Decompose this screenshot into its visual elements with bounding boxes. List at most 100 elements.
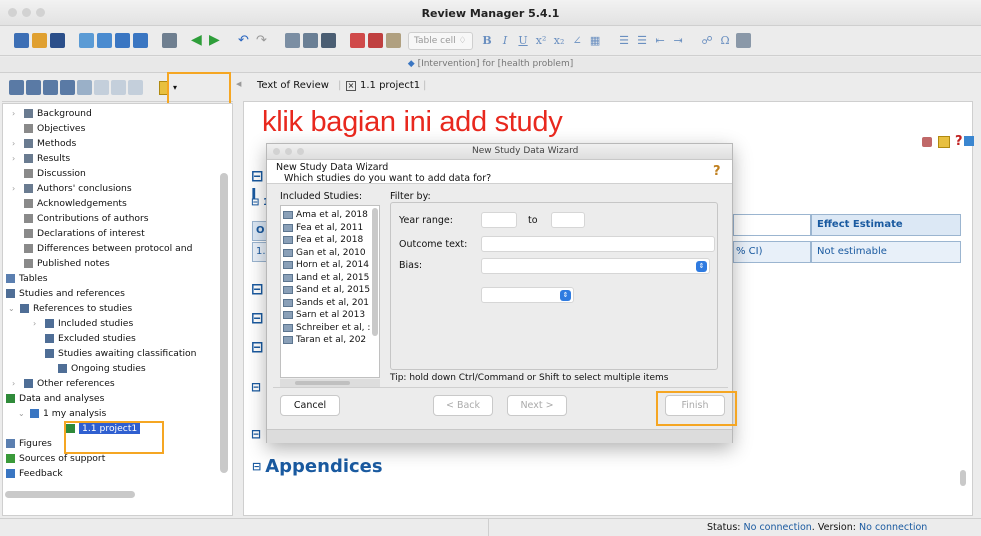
grid-icon[interactable] — [735, 33, 751, 48]
move-up-icon[interactable] — [94, 80, 109, 95]
thesaurus-icon[interactable] — [368, 33, 383, 48]
numbered-list-icon[interactable]: ☰ — [635, 33, 650, 48]
dialog-window-controls[interactable] — [273, 148, 304, 155]
tree-scrollbar[interactable] — [220, 173, 228, 473]
next-button[interactable]: Next > — [507, 395, 567, 416]
study-list-item[interactable]: Taran et al, 202 — [281, 335, 366, 345]
edit-pen-icon[interactable] — [922, 137, 932, 147]
close-tab-icon[interactable]: × — [346, 80, 356, 91]
add-note-icon[interactable] — [938, 136, 950, 148]
study-list-item[interactable]: Fea et al, 2011 — [281, 223, 363, 233]
sort-icon[interactable] — [128, 80, 143, 95]
tab-text-of-review[interactable]: Text of Review — [257, 80, 329, 91]
open-folder-icon[interactable] — [32, 33, 47, 48]
tree-item[interactable]: Sources of support — [6, 453, 105, 464]
studies-scrollbar[interactable] — [372, 208, 378, 336]
paste-icon[interactable] — [321, 33, 336, 48]
tree-item[interactable]: Acknowledgements — [24, 198, 127, 209]
bullet-list-icon[interactable]: ☰ — [617, 33, 632, 48]
superscript-icon[interactable]: x² — [534, 33, 549, 48]
save-icon[interactable] — [50, 33, 65, 48]
chevron-right-icon[interactable]: › — [12, 154, 15, 163]
right-scrollbar[interactable] — [960, 470, 966, 486]
tree-item[interactable]: › Methods — [12, 138, 76, 149]
chevron-down-icon[interactable]: ⌄ — [8, 304, 15, 313]
collapse-left-icon[interactable]: ◀ — [236, 80, 241, 88]
outcome-text-input[interactable] — [481, 236, 715, 252]
print-icon[interactable] — [162, 33, 177, 48]
chevron-right-icon[interactable]: › — [12, 184, 15, 193]
download-icon[interactable] — [133, 33, 148, 48]
network-icon[interactable] — [97, 33, 112, 48]
tree-item[interactable]: Contributions of authors — [24, 213, 149, 224]
cut-icon[interactable] — [285, 33, 300, 48]
chevron-down-icon[interactable]: ⌄ — [18, 409, 25, 418]
chevron-right-icon[interactable]: › — [12, 139, 15, 148]
expand-icon[interactable] — [9, 80, 24, 95]
tree-item[interactable]: Discussion — [24, 168, 86, 179]
study-list-item[interactable]: Land et al, 2015 — [281, 273, 369, 283]
bias-select[interactable]: ⇕ — [481, 258, 710, 274]
upload-icon[interactable] — [115, 33, 130, 48]
study-list-item[interactable]: Sand et al, 2015 — [281, 285, 370, 295]
find-icon[interactable] — [43, 80, 58, 95]
study-list-item[interactable]: Fea et al, 2018 — [281, 235, 363, 245]
back-button[interactable]: < Back — [433, 395, 493, 416]
redo-icon[interactable]: ↷ — [256, 33, 271, 48]
study-list-item[interactable]: Sands et al, 201 — [281, 298, 369, 308]
tree-item[interactable]: › Authors' conclusions — [12, 183, 132, 194]
tree-item[interactable]: ⌄ 1 my analysis — [18, 408, 106, 419]
tree-item[interactable]: › Results — [12, 153, 70, 164]
notes-icon[interactable] — [964, 136, 974, 146]
study-list-item[interactable]: Horn et al, 2014 — [281, 260, 369, 270]
italic-icon[interactable]: I — [498, 33, 513, 48]
wizard-help-icon[interactable]: ? — [713, 164, 721, 179]
bold-icon[interactable]: B — [480, 33, 495, 48]
cancel-button[interactable]: Cancel — [280, 395, 340, 416]
study-list-item[interactable]: Schreiber et al, : — [281, 323, 370, 333]
chevron-right-icon[interactable]: › — [12, 109, 15, 118]
symbol-icon[interactable]: ∠ — [570, 33, 585, 48]
bias-level-select[interactable]: ⇕ — [481, 287, 574, 303]
tree-item[interactable]: Ongoing studies — [58, 363, 146, 374]
outdent-icon[interactable]: ⇤ — [653, 33, 668, 48]
tab-project1[interactable]: × 1.1 project1 — [346, 80, 420, 91]
year-to-input[interactable] — [551, 212, 585, 228]
collapse-icon[interactable]: ⊟ — [252, 460, 261, 473]
tree-item[interactable]: Excluded studies — [45, 333, 136, 344]
tree-item[interactable]: Published notes — [24, 258, 110, 269]
move-down-icon[interactable] — [111, 80, 126, 95]
study-list-item[interactable]: Sarn et al 2013 — [281, 310, 365, 320]
tree-item[interactable]: Declarations of interest — [24, 228, 145, 239]
indent-icon[interactable]: ⇥ — [671, 33, 686, 48]
copy-icon[interactable] — [303, 33, 318, 48]
tree-item[interactable]: ⌄ References to studies — [8, 303, 132, 314]
tree-item[interactable]: Tables — [6, 273, 48, 284]
subscript-icon[interactable]: x₂ — [552, 33, 567, 48]
tree-item[interactable]: Studies awaiting classification — [45, 348, 197, 359]
tree-item[interactable]: › Other references — [12, 378, 115, 389]
special-char-icon[interactable]: Ω — [718, 33, 733, 48]
spellcheck-icon[interactable] — [350, 33, 365, 48]
study-list-item[interactable]: Gan et al, 2010 — [281, 248, 366, 258]
chevron-right-icon[interactable]: › — [33, 319, 36, 328]
chevron-right-icon[interactable]: › — [12, 379, 15, 388]
tree-item[interactable]: Feedback — [6, 468, 63, 479]
help-icon[interactable]: ? — [955, 134, 963, 149]
insert-icon[interactable] — [386, 33, 401, 48]
table-cell-dropdown[interactable]: Table cell ♢ — [408, 31, 473, 50]
tree-hscrollbar[interactable] — [5, 491, 135, 498]
back-arrow-icon[interactable]: ◀ — [191, 33, 206, 48]
home-icon[interactable] — [79, 33, 94, 48]
studies-hscrollbar[interactable] — [295, 381, 350, 385]
tree-item[interactable]: Objectives — [24, 123, 85, 134]
properties-icon[interactable] — [26, 80, 41, 95]
compare-icon[interactable] — [77, 80, 92, 95]
included-studies-list[interactable]: Ama et al, 2018 Fea et al, 2011 Fea et al,… — [280, 205, 380, 378]
study-list-item[interactable]: Ama et al, 2018 — [281, 210, 368, 220]
tree-item[interactable]: › Included studies — [33, 318, 133, 329]
link-icon[interactable]: ☍ — [700, 33, 715, 48]
year-from-input[interactable] — [481, 212, 517, 228]
tree-item[interactable]: Studies and references — [6, 288, 125, 299]
new-document-icon[interactable] — [14, 33, 29, 48]
